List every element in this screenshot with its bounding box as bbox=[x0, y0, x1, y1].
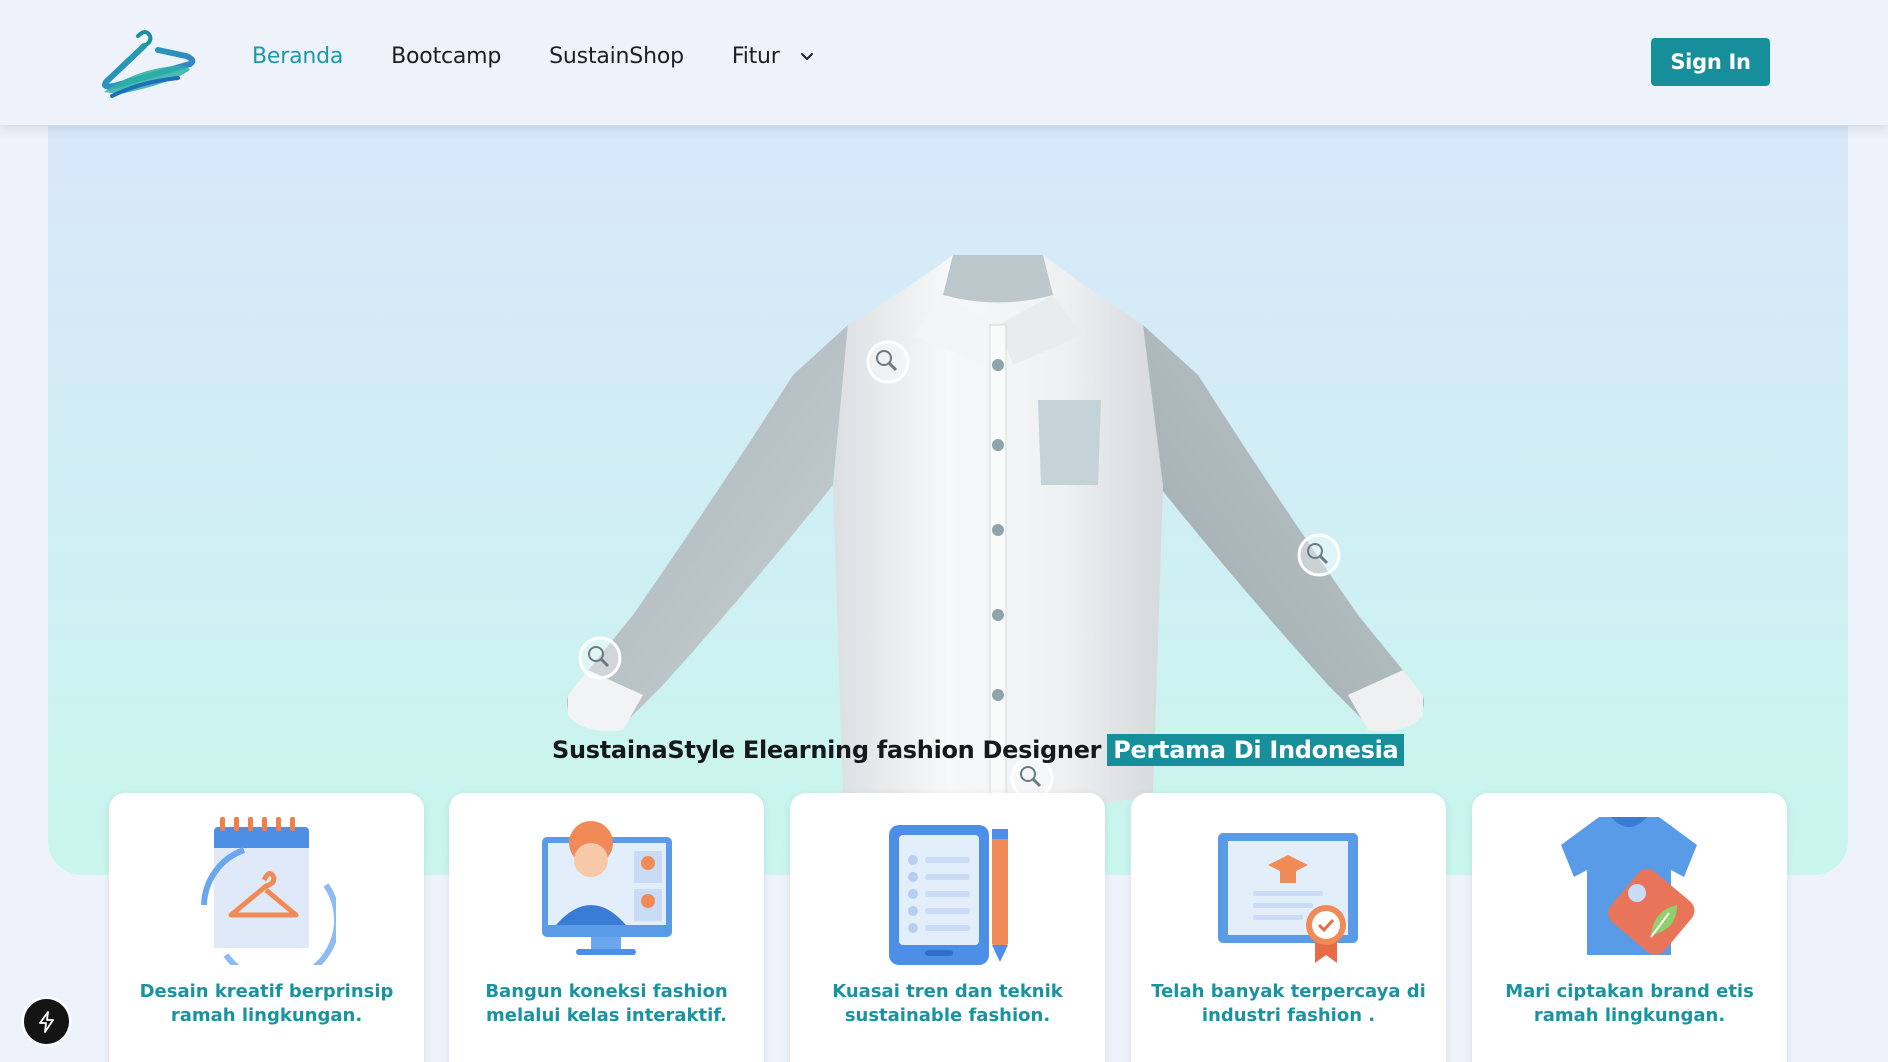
nav-sustainshop[interactable]: SustainShop bbox=[549, 44, 684, 69]
feature-card-trend-technique[interactable]: Kuasai tren dan teknik sustainable fashi… bbox=[790, 793, 1105, 1062]
magnifier-icon[interactable] bbox=[866, 340, 910, 384]
lightning-icon[interactable] bbox=[24, 999, 69, 1044]
certificate-icon bbox=[1218, 815, 1358, 965]
headline-highlight: Pertama Di Indonesia bbox=[1107, 733, 1405, 766]
feature-card-eco-design[interactable]: Desain kreatif berprinsip ramah lingkung… bbox=[109, 793, 424, 1062]
feature-card-trusted[interactable]: Telah banyak terpercaya di industri fash… bbox=[1131, 793, 1446, 1062]
hero-headline: SustainaStyle Elearning fashion Designer… bbox=[552, 733, 1405, 766]
magnifier-icon[interactable] bbox=[578, 636, 622, 680]
feature-text: Bangun koneksi fashion melalui kelas int… bbox=[485, 981, 728, 1026]
online-class-icon bbox=[536, 815, 676, 965]
feature-text: Telah banyak terpercaya di industri fash… bbox=[1151, 981, 1426, 1026]
feature-card-interactive-class[interactable]: Bangun koneksi fashion melalui kelas int… bbox=[449, 793, 764, 1062]
hanger-logo-icon[interactable] bbox=[98, 26, 198, 102]
chevron-down-icon bbox=[800, 52, 813, 60]
nav-fitur-dropdown[interactable]: Fitur bbox=[732, 44, 816, 69]
nav-bootcamp[interactable]: Bootcamp bbox=[391, 44, 501, 69]
feature-text: Desain kreatif berprinsip ramah lingkung… bbox=[139, 981, 394, 1026]
nav-beranda[interactable]: Beranda bbox=[252, 44, 343, 69]
checklist-pencil-icon bbox=[877, 815, 1017, 965]
shirt-eco-tag-icon bbox=[1559, 815, 1699, 965]
feature-card-ethical-brand[interactable]: Mari ciptakan brand etis ramah lingkunga… bbox=[1472, 793, 1787, 1062]
eco-hanger-calendar-icon bbox=[196, 815, 341, 985]
magnifier-icon[interactable] bbox=[1297, 533, 1341, 577]
main-nav: Beranda Bootcamp SustainShop Fitur bbox=[252, 44, 864, 69]
sign-in-button[interactable]: Sign In bbox=[1651, 38, 1770, 86]
headline-text: SustainaStyle Elearning fashion Designer bbox=[552, 735, 1102, 764]
nav-fitur-label: Fitur bbox=[731, 44, 780, 69]
feature-text: Kuasai tren dan teknik sustainable fashi… bbox=[832, 981, 1063, 1026]
feature-text: Mari ciptakan brand etis ramah lingkunga… bbox=[1505, 981, 1754, 1026]
site-header: Beranda Bootcamp SustainShop Fitur Sign … bbox=[0, 0, 1888, 125]
